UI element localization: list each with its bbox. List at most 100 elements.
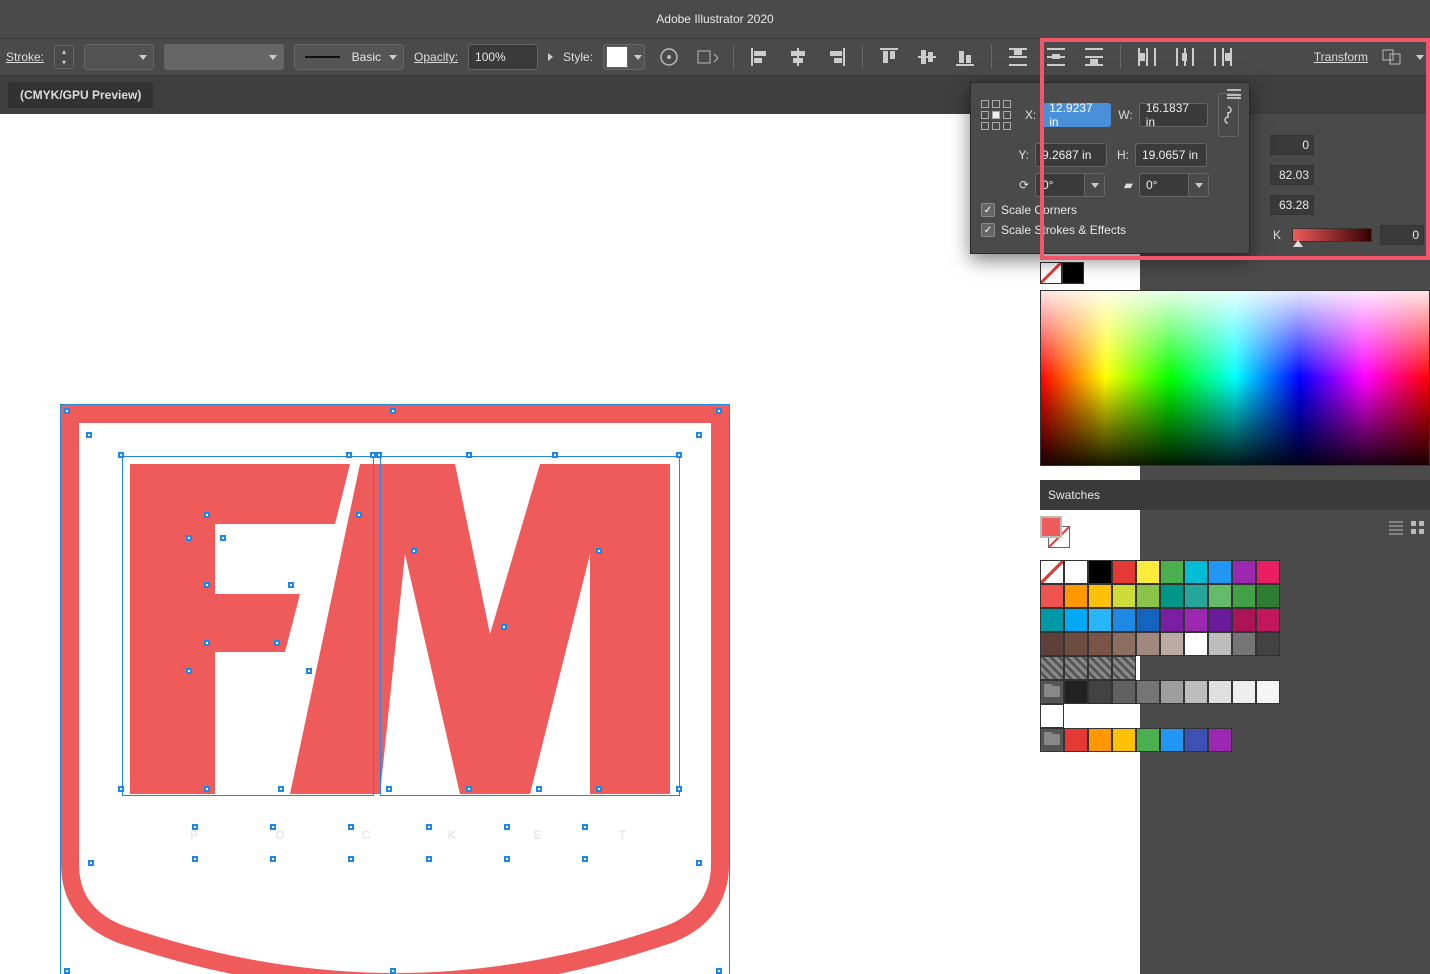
- anchor-point[interactable]: [676, 452, 682, 458]
- swatch[interactable]: [1088, 680, 1112, 704]
- rotate-field[interactable]: 0°: [1035, 173, 1105, 197]
- swatches-view-icons[interactable]: [1388, 520, 1426, 536]
- swatch[interactable]: [1064, 608, 1088, 632]
- align-left-icon[interactable]: [746, 43, 774, 71]
- anchor-point[interactable]: [582, 824, 588, 830]
- anchor-point[interactable]: [552, 452, 558, 458]
- anchor-point[interactable]: [274, 640, 280, 646]
- anchor-point[interactable]: [270, 824, 276, 830]
- swatch[interactable]: [1040, 728, 1064, 752]
- anchor-point[interactable]: [356, 512, 362, 518]
- anchor-point[interactable]: [348, 824, 354, 830]
- shear-field[interactable]: 0°: [1139, 173, 1209, 197]
- anchor-point[interactable]: [716, 408, 722, 414]
- anchor-point[interactable]: [64, 408, 70, 414]
- anchor-point[interactable]: [596, 548, 602, 554]
- swatch[interactable]: [1064, 584, 1088, 608]
- swatch[interactable]: [1184, 728, 1208, 752]
- swatch[interactable]: [1208, 632, 1232, 656]
- anchor-point[interactable]: [596, 786, 602, 792]
- swatch[interactable]: [1160, 632, 1184, 656]
- opacity-field[interactable]: 100%: [468, 44, 538, 70]
- anchor-point[interactable]: [504, 824, 510, 830]
- vsp-dropdown[interactable]: [164, 44, 284, 70]
- anchor-point[interactable]: [204, 582, 210, 588]
- swatch[interactable]: [1112, 560, 1136, 584]
- swatch[interactable]: [1136, 728, 1160, 752]
- dist-right-icon[interactable]: [1209, 43, 1237, 71]
- swatch[interactable]: [1160, 608, 1184, 632]
- swatch[interactable]: [1040, 584, 1064, 608]
- swatch[interactable]: [1208, 608, 1232, 632]
- dist-top-icon[interactable]: [1004, 43, 1032, 71]
- c-value[interactable]: 0: [1270, 135, 1314, 155]
- swatches-header[interactable]: Swatches: [1040, 480, 1430, 510]
- brush-dropdown[interactable]: Basic: [294, 44, 404, 70]
- dist-hcenter-icon[interactable]: [1171, 43, 1199, 71]
- anchor-point[interactable]: [192, 824, 198, 830]
- swatch[interactable]: [1040, 656, 1064, 680]
- swatch[interactable]: [1136, 632, 1160, 656]
- m-value[interactable]: 82.03: [1270, 165, 1314, 185]
- anchor-point[interactable]: [536, 786, 542, 792]
- swatch[interactable]: [1136, 680, 1160, 704]
- k-value[interactable]: 0: [1380, 225, 1424, 245]
- anchor-point[interactable]: [501, 624, 507, 630]
- anchor-point[interactable]: [696, 432, 702, 438]
- dist-left-icon[interactable]: [1133, 43, 1161, 71]
- swatch[interactable]: [1208, 584, 1232, 608]
- anchor-point[interactable]: [716, 968, 722, 974]
- anchor-point[interactable]: [346, 452, 352, 458]
- anchor-point[interactable]: [86, 432, 92, 438]
- style-label[interactable]: Style:: [563, 50, 593, 64]
- artwork[interactable]: POCKET: [60, 404, 730, 974]
- anchor-point[interactable]: [676, 786, 682, 792]
- list-view-icon[interactable]: [1388, 520, 1404, 536]
- swatch[interactable]: [1112, 680, 1136, 704]
- swatch[interactable]: [1064, 632, 1088, 656]
- reference-point[interactable]: [981, 100, 1011, 130]
- anchor-point[interactable]: [64, 968, 70, 974]
- swatch[interactable]: [1256, 680, 1280, 704]
- swatch[interactable]: [1112, 656, 1136, 680]
- panel-menu-icon[interactable]: [1227, 89, 1241, 99]
- swatch[interactable]: [1184, 608, 1208, 632]
- anchor-point[interactable]: [192, 856, 198, 862]
- anchor-point[interactable]: [220, 535, 226, 541]
- anchor-point[interactable]: [278, 786, 284, 792]
- swatch[interactable]: [1088, 584, 1112, 608]
- swatch[interactable]: [1112, 632, 1136, 656]
- swatch[interactable]: [1136, 560, 1160, 584]
- y-field[interactable]: 9.2687 in: [1035, 143, 1107, 167]
- swatch[interactable]: [1160, 680, 1184, 704]
- anchor-point[interactable]: [466, 452, 472, 458]
- canvas[interactable]: POCKET: [0, 114, 1140, 974]
- anchor-point[interactable]: [426, 856, 432, 862]
- anchor-point[interactable]: [390, 408, 396, 414]
- h-field[interactable]: 19.0657 in: [1135, 143, 1207, 167]
- anchor-point[interactable]: [696, 860, 702, 866]
- swatch[interactable]: [1136, 584, 1160, 608]
- align-hcenter-icon[interactable]: [784, 43, 812, 71]
- anchor-point[interactable]: [204, 640, 210, 646]
- isolate-icon[interactable]: [1378, 43, 1406, 71]
- swatch[interactable]: [1208, 560, 1232, 584]
- w-field[interactable]: 16.1837 in: [1139, 103, 1208, 127]
- swatch[interactable]: [1064, 656, 1088, 680]
- swatch[interactable]: [1088, 560, 1112, 584]
- swatch[interactable]: [1232, 680, 1256, 704]
- swatch[interactable]: [1256, 584, 1280, 608]
- recolor-icon[interactable]: [655, 43, 683, 71]
- dist-bottom-icon[interactable]: [1080, 43, 1108, 71]
- fill-stroke-toggle[interactable]: [1040, 262, 1084, 284]
- anchor-point[interactable]: [348, 856, 354, 862]
- swatch[interactable]: [1040, 680, 1064, 704]
- y-value[interactable]: 63.28: [1270, 195, 1314, 215]
- stroke-weight-field[interactable]: [84, 44, 154, 70]
- swatch[interactable]: [1112, 584, 1136, 608]
- swatch[interactable]: [1040, 608, 1064, 632]
- opacity-chevron-icon[interactable]: [548, 53, 553, 61]
- anchor-point[interactable]: [504, 856, 510, 862]
- swatch[interactable]: [1256, 608, 1280, 632]
- swatch[interactable]: [1160, 728, 1184, 752]
